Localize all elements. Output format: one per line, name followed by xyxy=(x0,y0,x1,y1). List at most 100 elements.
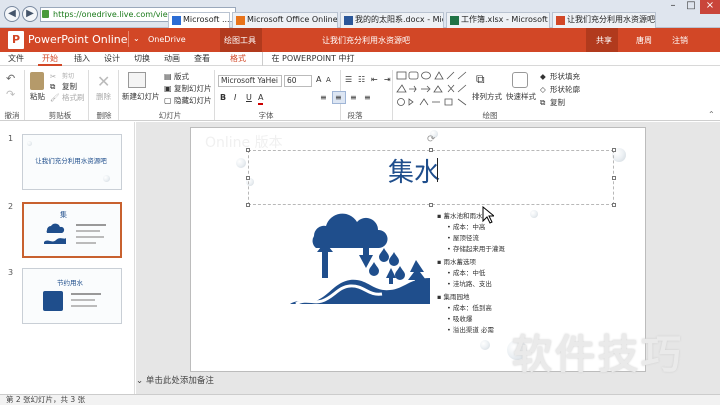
new-slide-button[interactable]: 新建幻灯片 xyxy=(122,92,160,102)
resize-handle[interactable] xyxy=(246,203,250,207)
tab-format[interactable]: 格式 xyxy=(226,52,250,66)
bullets-icon[interactable]: ☰ xyxy=(345,75,352,85)
quick-styles-icon[interactable] xyxy=(512,72,528,88)
hide-slide-icon[interactable]: ▢ xyxy=(164,96,172,106)
layout-button[interactable]: 版式 xyxy=(174,72,189,82)
tab-insert[interactable]: 插入 xyxy=(70,52,94,66)
resize-handle[interactable] xyxy=(246,176,250,180)
shape-outline-button[interactable]: 形状轮廓 xyxy=(550,85,580,95)
undo-group-label: 撤消 xyxy=(4,111,20,120)
thumb-text-line xyxy=(76,224,106,226)
bullet-text: 屋顶径流 xyxy=(452,234,479,242)
cut-button[interactable]: 剪切 xyxy=(62,72,74,82)
quick-styles-button[interactable]: 快速样式 xyxy=(506,92,536,102)
resize-handle[interactable] xyxy=(612,148,616,152)
tab-file[interactable]: 文件 xyxy=(4,52,28,66)
resize-handle[interactable] xyxy=(246,148,250,152)
resize-handle[interactable] xyxy=(612,203,616,207)
tab-design[interactable]: 设计 xyxy=(100,52,124,66)
maximize-icon[interactable]: □ xyxy=(682,0,700,14)
duplicate-slide-icon[interactable]: ▣ xyxy=(164,84,172,94)
delete-button[interactable]: 删除 xyxy=(96,92,111,102)
tab-transitions[interactable]: 切换 xyxy=(130,52,154,66)
close-icon[interactable]: × xyxy=(700,0,720,14)
redo-icon[interactable]: ↷ xyxy=(6,88,15,101)
arrange-icon[interactable]: ⧉ xyxy=(476,73,485,85)
format-painter-button[interactable]: 格式刷 xyxy=(62,93,85,103)
paste-button[interactable]: 粘贴 xyxy=(30,92,45,102)
document-title: 让我们充分利用水资源吧 xyxy=(322,36,410,45)
divider xyxy=(128,31,129,47)
browser-tab-3[interactable]: 我的的太阳系.docx - Micro... xyxy=(340,12,444,28)
bullet-item: ▪ 雨水蓄选项 xyxy=(437,258,476,266)
browser-tab-5[interactable]: 让我们充分利用水资源吧... xyxy=(552,12,656,28)
forward-icon[interactable]: ▶ xyxy=(22,6,38,22)
shrink-font-icon[interactable]: A xyxy=(326,75,331,85)
notes-pane[interactable]: ⌄ 单击此处添加备注 xyxy=(136,374,214,386)
hide-slide-button[interactable]: 隐藏幻灯片 xyxy=(174,96,212,106)
user-name[interactable]: 唐周 xyxy=(636,35,652,46)
new-slide-icon[interactable] xyxy=(128,72,146,88)
thumb-text-line xyxy=(71,299,95,301)
slide-thumbnail-1[interactable]: 让我们充分利用水资源吧 xyxy=(22,134,122,190)
paste-icon[interactable] xyxy=(30,72,44,90)
thumb-text-line xyxy=(71,305,97,307)
browser-tab-2[interactable]: Microsoft Office Online - ... xyxy=(232,12,338,28)
duplicate-icon[interactable]: ⧉ xyxy=(540,98,545,108)
grow-font-icon[interactable]: A xyxy=(316,75,321,85)
align-left-icon[interactable]: ≡ xyxy=(320,93,327,103)
rotate-handle-icon[interactable]: ⟳ xyxy=(427,134,435,145)
underline-icon[interactable]: U xyxy=(246,93,252,103)
signout-link[interactable]: 注销 xyxy=(672,35,688,46)
copy-button[interactable]: 复制 xyxy=(62,82,77,92)
bullet-list[interactable]: ▪ 蓄水池和雨水 • 成本：中高 • 屋顶径流 • 存储起来用于灌溉 ▪ 雨水蓄… xyxy=(437,212,537,334)
italic-icon[interactable]: I xyxy=(234,93,236,103)
font-name-select[interactable]: Microsoft YaHei U xyxy=(218,75,282,87)
collapse-ribbon-icon[interactable]: ⌃ xyxy=(708,110,715,119)
chevron-down-icon[interactable]: ⌄ xyxy=(133,34,140,43)
open-in-powerpoint-link[interactable]: 在 POWERPOINT 中打开 xyxy=(268,52,358,77)
copy-icon[interactable]: ⧉ xyxy=(50,82,55,92)
browser-tab-1[interactable]: Microsoft ... xyxy=(168,12,230,28)
duplicate-slide-button[interactable]: 复制幻灯片 xyxy=(174,84,212,94)
shape-fill-icon[interactable]: ◆ xyxy=(540,72,546,82)
align-center-icon[interactable]: ≡ xyxy=(335,93,342,103)
slide-thumbnail-3[interactable]: 节约用水 xyxy=(22,268,122,324)
back-icon[interactable]: ◀ xyxy=(4,6,20,22)
watermark: 软件技巧 xyxy=(512,332,684,378)
align-right-icon[interactable]: ≡ xyxy=(350,93,357,103)
bullet-text: 存储起来用于灌溉 xyxy=(452,245,505,253)
tab-home[interactable]: 开始 xyxy=(38,52,62,66)
undo-icon[interactable]: ↶ xyxy=(6,72,15,85)
increase-indent-icon[interactable]: ⇥ xyxy=(384,75,391,85)
shape-fill-button[interactable]: 形状填充 xyxy=(550,72,580,82)
share-button[interactable]: 共享 xyxy=(596,35,612,46)
shape-gallery[interactable] xyxy=(396,70,470,110)
bullet-item: • 成本：中低 xyxy=(447,269,486,277)
numbering-icon[interactable]: ☷ xyxy=(358,75,365,85)
chevron-down-icon[interactable]: ⌄ xyxy=(136,376,143,386)
duplicate-button[interactable]: 复制 xyxy=(550,98,565,108)
font-size-select[interactable]: 60 xyxy=(284,75,312,87)
bullet-item: • 屋顶径流 xyxy=(447,234,479,242)
delete-icon[interactable]: ✕ xyxy=(97,72,110,91)
shape-outline-icon[interactable]: ◇ xyxy=(540,85,546,95)
arrange-button[interactable]: 排列方式 xyxy=(472,92,502,102)
justify-icon[interactable]: ≡ xyxy=(364,93,371,103)
cut-icon[interactable]: ✂ xyxy=(50,72,56,82)
onedrive-link[interactable]: OneDrive xyxy=(148,35,186,44)
minimize-icon[interactable]: – xyxy=(664,0,682,14)
slide-title[interactable]: 集水 xyxy=(388,152,440,189)
bold-icon[interactable]: B xyxy=(220,93,226,103)
tab-view[interactable]: 查看 xyxy=(190,52,214,66)
decrease-indent-icon[interactable]: ⇤ xyxy=(371,75,378,85)
slide-number: 1 xyxy=(8,134,14,143)
format-painter-icon[interactable]: 🖌 xyxy=(50,93,60,103)
resize-handle[interactable] xyxy=(612,176,616,180)
browser-tab-4[interactable]: 工作簿.xlsx - Microsoft Ex... xyxy=(446,12,550,28)
font-color-icon[interactable]: A xyxy=(258,93,264,105)
text-cursor xyxy=(437,158,438,182)
slide-thumbnail-2[interactable]: 集 xyxy=(22,202,122,258)
layout-icon[interactable]: ▤ xyxy=(164,72,172,82)
tab-animations[interactable]: 动画 xyxy=(160,52,184,66)
